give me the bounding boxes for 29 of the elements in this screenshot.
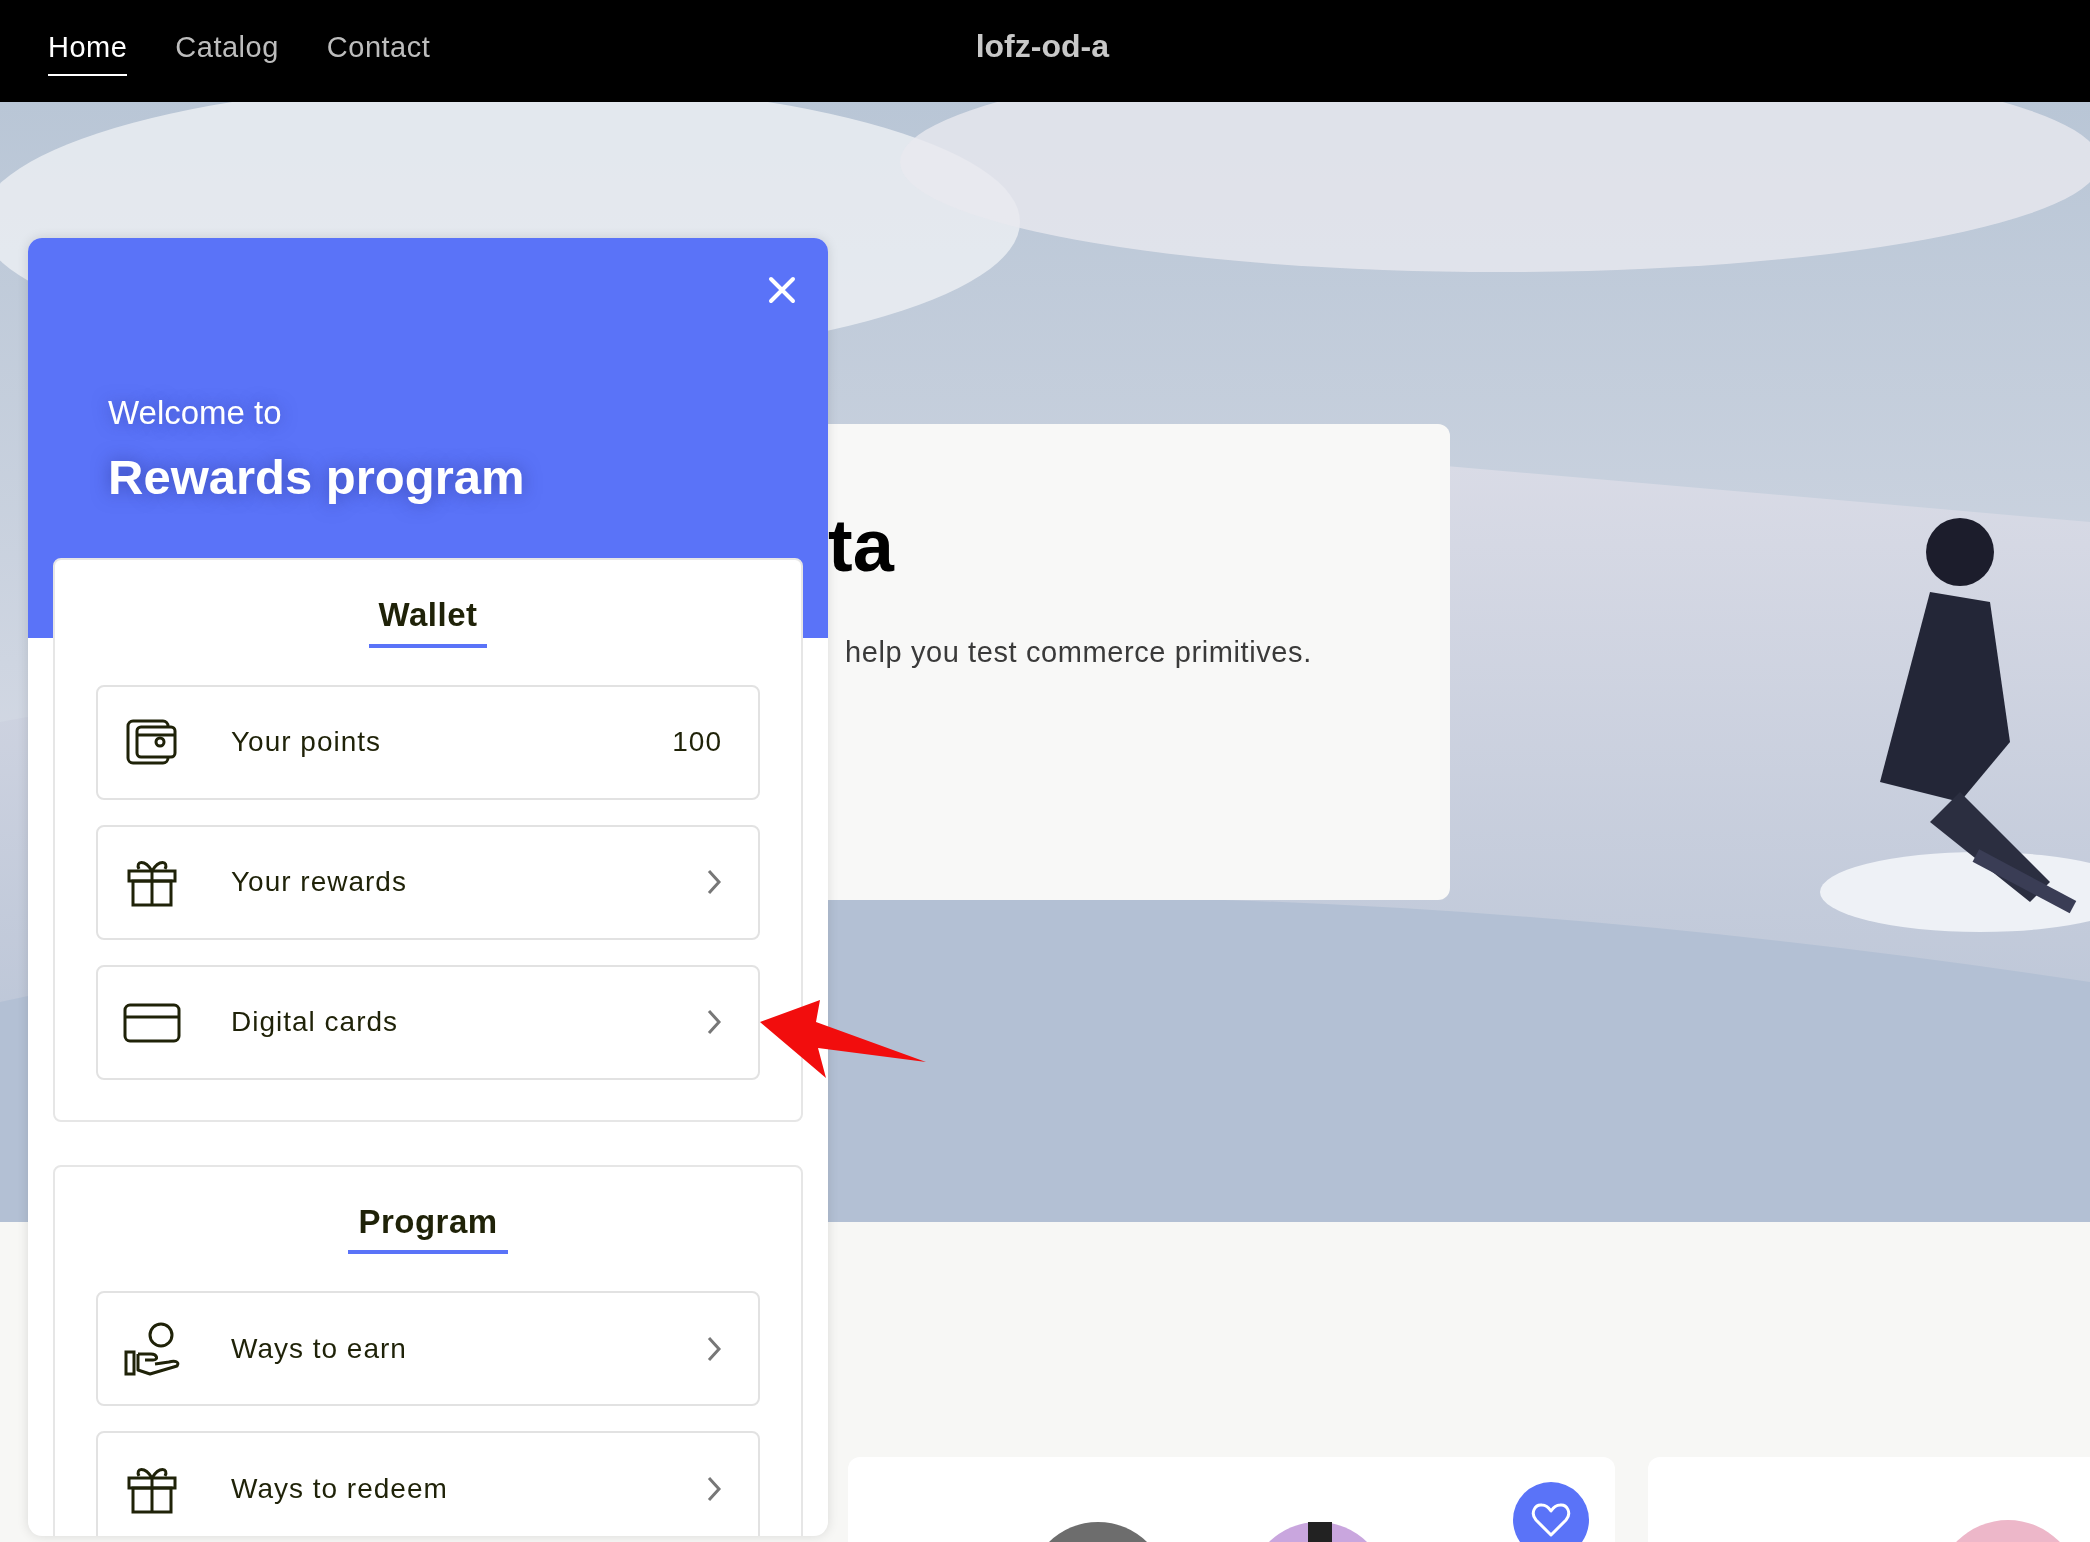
menu-row[interactable]: Ways to redeem — [96, 1431, 760, 1536]
menu-row[interactable]: Ways to earn — [96, 1291, 760, 1406]
nav-link[interactable]: Home — [48, 26, 128, 76]
store-name: lofz-od-a — [975, 27, 1109, 66]
row-label: Digital cards — [231, 1005, 400, 1039]
welcome-text: Welcome to — [108, 393, 282, 433]
row-label: Your rewards — [231, 865, 408, 899]
chevron-right-icon — [706, 1474, 722, 1503]
menu-row[interactable]: Your rewards — [96, 824, 760, 940]
close-button[interactable] — [766, 274, 798, 306]
chevron-right-icon — [706, 868, 722, 896]
row-label: Ways to redeem — [231, 1471, 449, 1506]
nav-link[interactable]: Contact — [326, 26, 431, 76]
menu-row[interactable]: Your points 100 — [96, 684, 760, 800]
points-value: 100 — [672, 725, 722, 759]
hero-title: ta — [828, 509, 894, 583]
row-label: Ways to earn — [231, 1331, 408, 1366]
menu-row[interactable]: Digital cards — [96, 964, 760, 1080]
favorite-button[interactable] — [1513, 1482, 1589, 1542]
chevron-right-icon — [706, 1008, 722, 1036]
close-icon — [766, 274, 798, 306]
hero-text: help you test commerce primitives. — [845, 635, 1312, 670]
row-label: Your points — [231, 725, 383, 759]
chevron-right-icon — [706, 1334, 722, 1363]
section-title: Program — [348, 1196, 508, 1254]
panel-title: Rewards program — [108, 448, 525, 506]
heart-icon — [1531, 1502, 1571, 1538]
nav-link[interactable]: Catalog — [175, 26, 279, 76]
section-title: Wallet — [368, 590, 488, 648]
